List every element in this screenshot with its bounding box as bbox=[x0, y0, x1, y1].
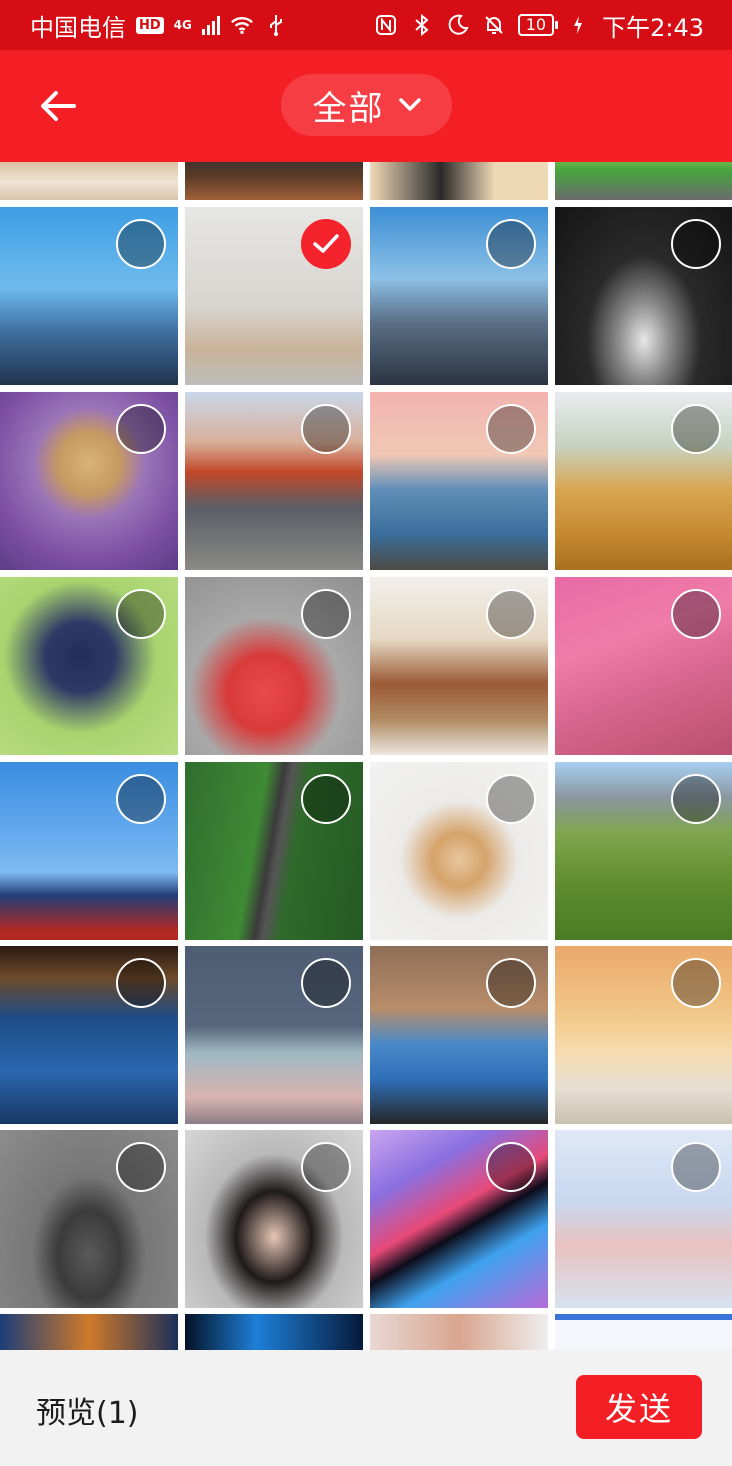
select-circle-checked[interactable] bbox=[301, 219, 351, 269]
photo-grid bbox=[0, 0, 732, 1466]
photo-tile[interactable] bbox=[555, 207, 732, 385]
photo-tile[interactable] bbox=[370, 392, 548, 570]
select-circle[interactable] bbox=[486, 589, 536, 639]
album-selector[interactable]: 全部 bbox=[281, 74, 452, 136]
select-circle[interactable] bbox=[671, 589, 721, 639]
hd-badge: HD bbox=[136, 16, 164, 34]
photo-tile[interactable] bbox=[185, 577, 363, 755]
bottom-bar: 预览(1) 发送 bbox=[0, 1350, 732, 1466]
send-button[interactable]: 发送 bbox=[576, 1375, 702, 1439]
photo-tile[interactable] bbox=[555, 946, 732, 1124]
photo-tile[interactable] bbox=[185, 207, 363, 385]
signal-icon bbox=[201, 15, 220, 35]
photo-tile[interactable] bbox=[370, 1130, 548, 1308]
back-button[interactable] bbox=[36, 84, 80, 128]
title-bar: 全部 bbox=[0, 50, 732, 162]
select-circle[interactable] bbox=[116, 219, 166, 269]
select-circle[interactable] bbox=[486, 1142, 536, 1192]
select-circle[interactable] bbox=[301, 958, 351, 1008]
photo-tile[interactable] bbox=[185, 1314, 363, 1354]
photo-tile[interactable] bbox=[185, 946, 363, 1124]
photo-tile[interactable] bbox=[370, 577, 548, 755]
photo-tile[interactable] bbox=[555, 762, 732, 940]
charging-icon bbox=[566, 13, 590, 37]
clock: 下午2:43 bbox=[602, 13, 704, 42]
status-bar: 中国电信 HD 4G 10 下午2:43 bbox=[0, 0, 732, 50]
chevron-down-icon bbox=[398, 98, 421, 111]
select-circle[interactable] bbox=[301, 404, 351, 454]
photo-tile[interactable] bbox=[555, 577, 732, 755]
photo-tile[interactable] bbox=[185, 392, 363, 570]
battery-icon: 10 bbox=[517, 14, 559, 36]
network-type: 4G bbox=[173, 18, 192, 32]
select-circle[interactable] bbox=[116, 1142, 166, 1192]
select-circle[interactable] bbox=[301, 774, 351, 824]
wifi-icon bbox=[230, 13, 254, 37]
select-circle[interactable] bbox=[301, 1142, 351, 1192]
photo-tile[interactable] bbox=[370, 946, 548, 1124]
select-circle[interactable] bbox=[671, 1142, 721, 1192]
select-circle[interactable] bbox=[116, 404, 166, 454]
preview-button[interactable]: 预览(1) bbox=[36, 1388, 139, 1432]
photo-tile[interactable] bbox=[185, 1130, 363, 1308]
photo-tile[interactable] bbox=[370, 207, 548, 385]
photo-tile[interactable] bbox=[370, 1314, 548, 1354]
select-circle[interactable] bbox=[116, 958, 166, 1008]
select-circle[interactable] bbox=[671, 958, 721, 1008]
photo-tile[interactable] bbox=[0, 762, 178, 940]
bluetooth-icon bbox=[410, 13, 434, 37]
moon-icon bbox=[446, 13, 470, 37]
nfc-icon bbox=[374, 13, 398, 37]
select-circle[interactable] bbox=[301, 589, 351, 639]
select-circle[interactable] bbox=[116, 589, 166, 639]
photo-tile[interactable] bbox=[0, 392, 178, 570]
photo-tile[interactable] bbox=[0, 1130, 178, 1308]
select-circle[interactable] bbox=[671, 774, 721, 824]
photo-tile[interactable] bbox=[555, 1314, 732, 1354]
photo-tile[interactable] bbox=[555, 1130, 732, 1308]
select-circle[interactable] bbox=[671, 219, 721, 269]
usb-icon bbox=[264, 13, 288, 37]
carrier-label: 中国电信 bbox=[30, 13, 126, 42]
album-title: 全部 bbox=[312, 88, 385, 129]
select-circle[interactable] bbox=[486, 774, 536, 824]
select-circle[interactable] bbox=[671, 404, 721, 454]
battery-level: 10 bbox=[525, 15, 547, 34]
select-circle[interactable] bbox=[486, 958, 536, 1008]
photo-tile[interactable] bbox=[0, 1314, 178, 1354]
photo-tile[interactable] bbox=[185, 762, 363, 940]
select-circle[interactable] bbox=[116, 774, 166, 824]
photo-tile[interactable] bbox=[0, 577, 178, 755]
select-circle[interactable] bbox=[486, 219, 536, 269]
photo-tile[interactable] bbox=[0, 946, 178, 1124]
check-icon bbox=[313, 234, 339, 253]
back-arrow-icon bbox=[41, 91, 76, 121]
photo-tile[interactable] bbox=[0, 207, 178, 385]
select-circle[interactable] bbox=[486, 404, 536, 454]
mute-bell-icon bbox=[482, 13, 506, 37]
photo-tile[interactable] bbox=[555, 392, 732, 570]
photo-tile[interactable] bbox=[370, 762, 548, 940]
